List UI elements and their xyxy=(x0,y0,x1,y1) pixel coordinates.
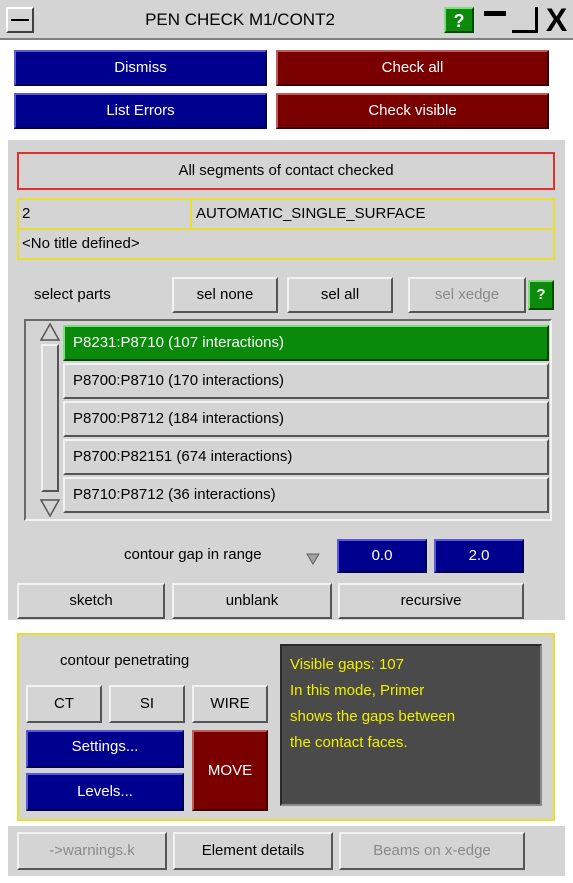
contact-title: <No title defined> xyxy=(17,228,555,260)
scroll-up-icon[interactable] xyxy=(38,320,62,344)
contact-id: 2 xyxy=(17,198,192,230)
check-visible-button[interactable]: Check visible xyxy=(276,93,549,129)
list-item[interactable]: P8710:P8712 (36 interactions) xyxy=(63,477,549,513)
element-details-button[interactable]: Element details xyxy=(173,832,333,870)
list-errors-button[interactable]: List Errors xyxy=(14,93,267,129)
info-line: Visible gaps: 107 xyxy=(290,656,404,673)
close-icon[interactable]: X xyxy=(540,2,573,38)
list-item[interactable]: P8700:P8712 (184 interactions) xyxy=(63,401,549,437)
list-item[interactable]: P8231:P8710 (107 interactions) xyxy=(63,325,549,361)
info-line: the contact faces. xyxy=(290,734,408,751)
settings-button[interactable]: Settings... xyxy=(26,730,184,768)
move-button[interactable]: MOVE xyxy=(192,730,268,811)
recursive-button[interactable]: recursive xyxy=(338,583,524,619)
info-line: In this mode, Primer xyxy=(290,682,425,699)
levels-button[interactable]: Levels... xyxy=(26,773,184,811)
si-button[interactable]: SI xyxy=(109,685,185,723)
dropdown-arrow-icon[interactable] xyxy=(306,552,320,566)
dismiss-button[interactable]: Dismiss xyxy=(14,50,267,86)
ct-button[interactable]: CT xyxy=(26,685,102,723)
check-all-button[interactable]: Check all xyxy=(276,50,549,86)
gap-min-input[interactable]: 0.0 xyxy=(337,539,427,573)
contour-penetrating-label: contour penetrating xyxy=(60,652,190,669)
sel-all-button[interactable]: sel all xyxy=(287,277,393,313)
contact-type: AUTOMATIC_SINGLE_SURFACE xyxy=(190,198,555,230)
select-help-button[interactable]: ? xyxy=(528,280,554,310)
unblank-button[interactable]: unblank xyxy=(172,583,332,619)
sel-none-button[interactable]: sel none xyxy=(172,277,278,313)
info-panel: Visible gaps: 107 In this mode, Primer s… xyxy=(280,644,542,806)
list-item[interactable]: P8700:P82151 (674 interactions) xyxy=(63,439,549,475)
window-title: PEN CHECK M1/CONT2 xyxy=(145,10,335,29)
contour-gap-label: contour gap in range xyxy=(124,546,262,563)
gap-max-input[interactable]: 2.0 xyxy=(434,539,524,573)
minimize-bar-icon[interactable] xyxy=(482,7,508,33)
select-parts-label: select parts xyxy=(34,286,111,303)
info-line: shows the gaps between xyxy=(290,708,456,725)
maximize-icon[interactable] xyxy=(512,7,538,33)
status-message: All segments of contact checked xyxy=(17,152,555,190)
sel-xedge-button[interactable]: sel xedge xyxy=(408,277,526,313)
scroll-down-icon[interactable] xyxy=(38,496,62,520)
list-item[interactable]: P8700:P8710 (170 interactions) xyxy=(63,363,549,399)
wire-button[interactable]: WIRE xyxy=(192,685,268,723)
minimize-icon[interactable] xyxy=(6,7,34,33)
warnings-button[interactable]: ->warnings.k xyxy=(17,832,167,870)
help-icon[interactable]: ? xyxy=(444,7,474,33)
scroll-thumb[interactable] xyxy=(41,344,59,492)
beams-on-x-edge-button[interactable]: Beams on x-edge xyxy=(339,832,525,870)
sketch-button[interactable]: sketch xyxy=(17,583,165,619)
